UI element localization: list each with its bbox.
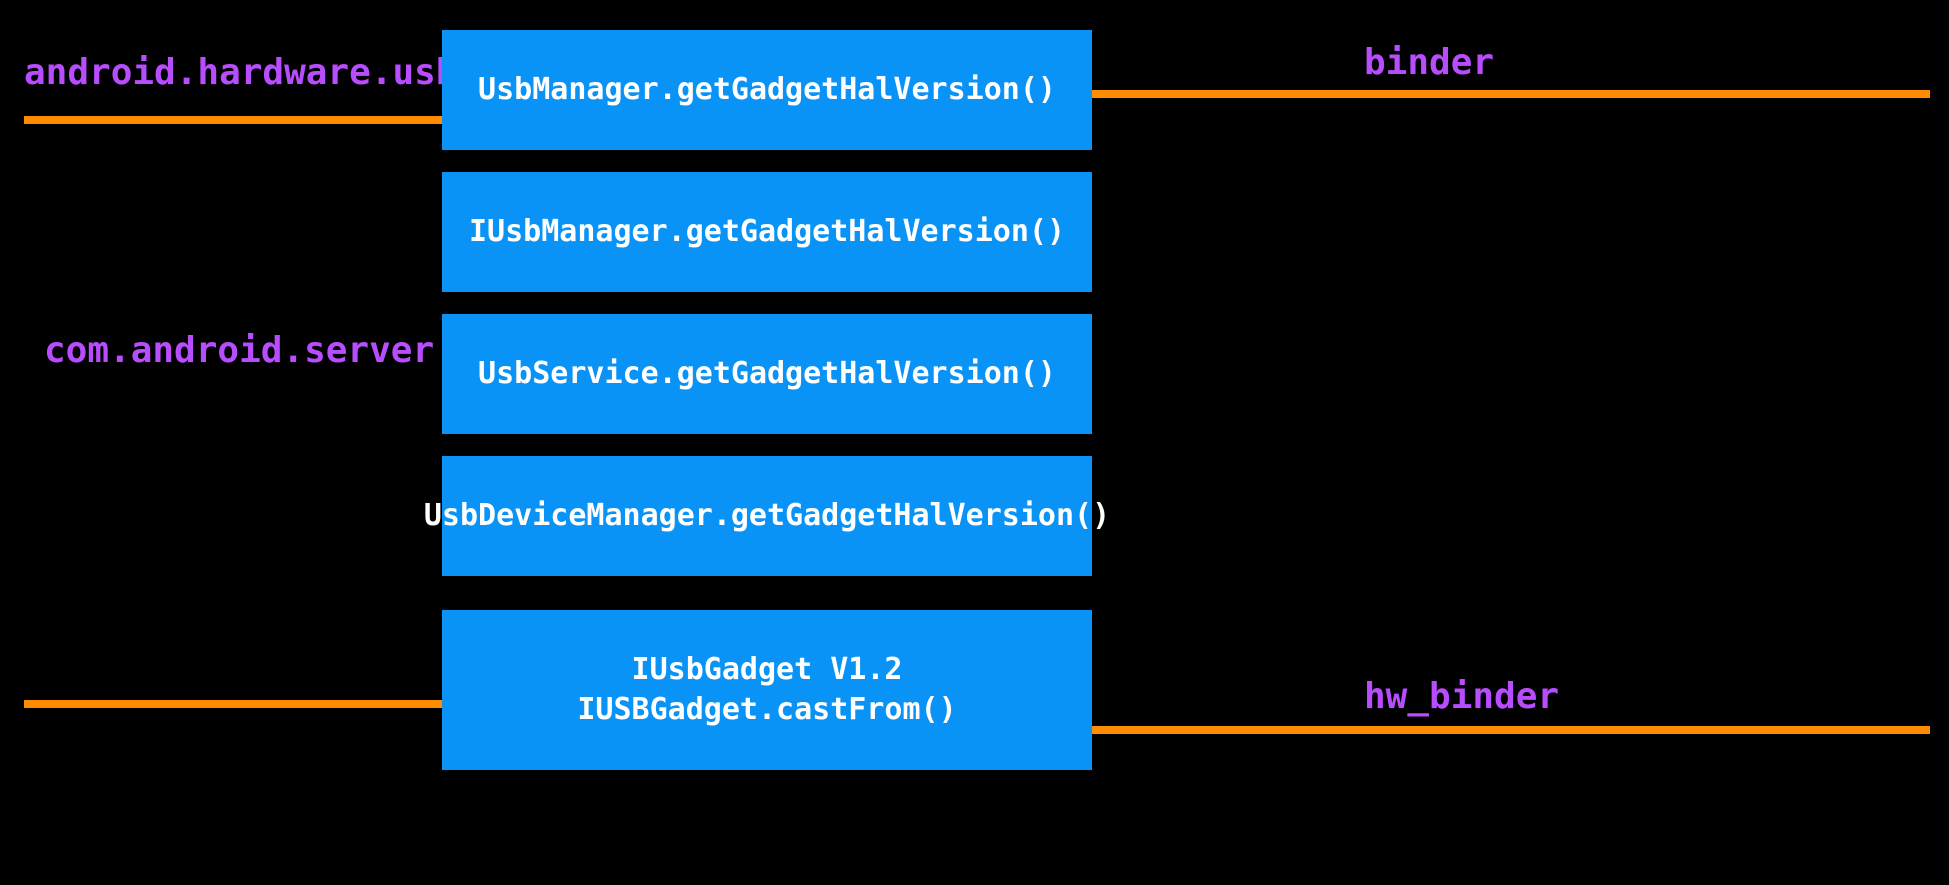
rule-top-left [24,116,444,124]
rule-top-right [1090,90,1930,98]
box-usbdevicemanager: UsbDeviceManager.getGadgetHalVersion() [442,456,1092,576]
rule-bottom-left [24,700,444,708]
box-usbservice: UsbService.getGadgetHalVersion() [442,314,1092,434]
label-hw-binder: hw_binder [1360,674,1563,719]
box-iusbgadget: IUsbGadget V1.2 IUSBGadget.castFrom() [442,610,1092,770]
label-android-hardware-usb: android.hardware.usb [20,50,461,95]
rule-bottom-right [1090,726,1930,734]
box-iusbmanager: IUsbManager.getGadgetHalVersion() [442,172,1092,292]
label-binder: binder [1360,40,1498,85]
box-usbmanager: UsbManager.getGadgetHalVersion() [442,30,1092,150]
